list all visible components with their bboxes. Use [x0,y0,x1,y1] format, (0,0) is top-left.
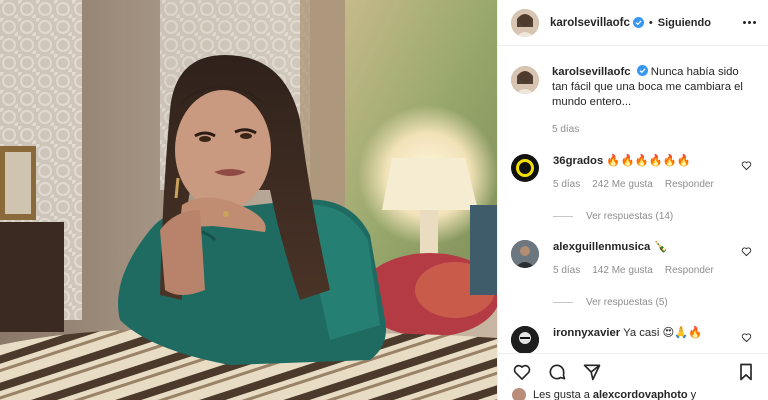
comments-list[interactable]: karolsevillaofc Nunca había sido tan fác… [498,47,768,353]
liker-avatar[interactable] [512,388,526,400]
heart-icon[interactable] [512,362,532,382]
comment-likes[interactable]: 142 Me gusta [592,263,653,278]
comment-text: Ya casi 😍🙏🔥 [623,327,703,339]
comment-text: 🔥🔥🔥🔥🔥🔥 [606,155,691,167]
bookmark-icon[interactable] [736,362,756,382]
post-caption: karolsevillaofc Nunca había sido tan fác… [498,47,768,137]
view-replies-button[interactable]: Ver respuestas (14) [553,209,756,224]
replies-divider [553,216,573,217]
like-comment-icon[interactable] [741,246,752,257]
comment-likes[interactable]: 242 Me gusta [592,177,653,192]
commenter-username[interactable]: 36grados [553,155,603,167]
author-avatar[interactable] [511,8,539,37]
liker-username[interactable]: alexcordovaphoto [593,389,688,400]
reply-button[interactable]: Responder [665,177,714,192]
commenter-avatar[interactable] [511,240,539,268]
follow-status[interactable]: Siguiendo [658,17,711,29]
caption-avatar[interactable] [511,66,539,94]
separator-dot: • [648,16,653,29]
view-replies-button[interactable]: Ver respuestas (5) [553,295,756,310]
likes-suffix: y [690,389,697,400]
more-options-icon[interactable] [743,21,756,24]
verified-icon [632,17,644,28]
comment-item: alexguillenmusica 🍾 5 días 142 Me gusta … [498,240,768,310]
comment-icon[interactable] [547,362,567,382]
like-comment-icon[interactable] [741,332,752,343]
comment-time[interactable]: 5 días [553,177,580,192]
commenter-avatar[interactable] [511,154,539,182]
post-photo [0,0,497,400]
likes-prefix: Les gusta a [533,389,590,400]
view-replies-label: Ver respuestas (5) [586,297,668,308]
view-replies-label: Ver respuestas (14) [586,211,674,222]
caption-username[interactable]: karolsevillaofc [552,66,631,78]
post-header: karolsevillaofc • Siguiendo [498,0,768,46]
comment-item: ironnyxavier Ya casi 😍🙏🔥 [498,326,768,353]
commenter-avatar[interactable] [511,326,539,353]
verified-icon [636,65,648,76]
post-actions: Les gusta a alexcordovaphoto y [498,353,768,400]
like-comment-icon[interactable] [741,160,752,171]
commenter-username[interactable]: ironnyxavier [553,327,620,339]
caption-time[interactable]: 5 días [552,122,756,137]
comment-item: 36grados 🔥🔥🔥🔥🔥🔥 5 días 242 Me gusta Resp… [498,154,768,224]
comment-text: 🍾 [653,241,668,253]
post-side-panel: karolsevillaofc • Siguiendo karolsevilla… [497,0,768,400]
likes-summary: Les gusta a alexcordovaphoto y [498,382,768,400]
share-icon[interactable] [582,362,602,382]
comment-time[interactable]: 5 días [553,263,580,278]
replies-divider [553,302,573,303]
reply-button[interactable]: Responder [665,263,714,278]
author-username[interactable]: karolsevillaofc [550,17,630,29]
commenter-username[interactable]: alexguillenmusica [553,241,650,253]
